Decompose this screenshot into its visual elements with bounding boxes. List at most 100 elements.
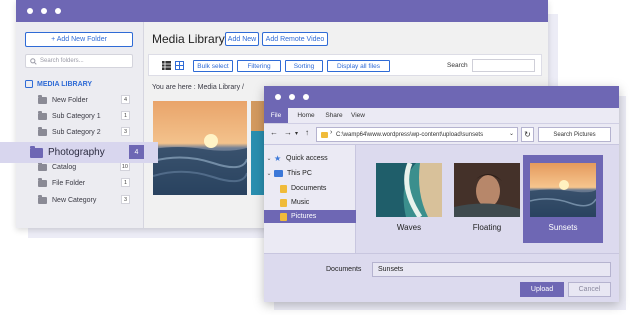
library-icon <box>25 80 33 88</box>
window-dot-icon[interactable] <box>303 94 309 100</box>
nav-this-pc[interactable]: ⌄ This PC <box>264 167 356 180</box>
add-new-button[interactable]: Add New <box>225 32 259 46</box>
folder-icon <box>321 132 328 138</box>
dialog-menubar: File Home Share View <box>264 108 619 123</box>
media-library-label: MEDIA LIBRARY <box>37 80 93 88</box>
add-remote-video-button[interactable]: Add Remote Video <box>262 32 328 46</box>
search-icon <box>30 58 37 65</box>
dialog-footer: Documents Sunsets Upload Cancel <box>264 253 619 302</box>
dialog-titlebar <box>264 86 619 108</box>
star-icon: ★ <box>274 153 282 163</box>
dialog-navbar: ← → ▾ ↑ › C:\wamp64\www.wordpress\wp-con… <box>264 123 619 145</box>
address-bar[interactable]: › C:\wamp64\www.wordpress\wp-content\upl… <box>316 127 518 142</box>
folder-icon <box>30 145 43 158</box>
folder-count: 1 <box>121 178 130 187</box>
nav-label: Quick access <box>286 155 328 162</box>
menu-file[interactable]: File <box>264 108 288 123</box>
waves-image <box>376 163 442 217</box>
window-dot-icon[interactable] <box>289 94 295 100</box>
nav-label: Pictures <box>291 213 317 220</box>
list-view-icon[interactable] <box>162 61 171 70</box>
media-thumbnail-sunset[interactable] <box>153 101 247 195</box>
folder-icon <box>38 178 47 187</box>
folder-search-input[interactable]: Search folders... <box>25 54 133 68</box>
file-list-pane: Waves Floating Sunsets <box>357 145 619 253</box>
nav-pictures[interactable]: Pictures <box>264 210 356 223</box>
search-placeholder: Search folders... <box>40 58 84 64</box>
folder-icon <box>38 111 47 120</box>
photography-count: 4 <box>129 145 144 159</box>
menu-home[interactable]: Home <box>294 108 318 123</box>
display-all-files-button[interactable]: Display all files <box>327 60 390 72</box>
file-name-value: Sunsets <box>378 266 404 273</box>
address-path: C:\wamp64\www.wordpress\wp-content\uploa… <box>336 131 484 138</box>
window-titlebar <box>16 0 548 22</box>
window-dot-icon[interactable] <box>55 8 61 14</box>
window-dot-icon[interactable] <box>41 8 47 14</box>
filtering-button[interactable]: Filtering <box>237 60 281 72</box>
computer-icon <box>274 170 283 177</box>
folder-item-file-folder[interactable]: File Folder 1 <box>38 177 130 189</box>
folder-label: Sub Category 1 <box>52 112 101 120</box>
menu-view[interactable]: View <box>348 108 368 123</box>
chevron-down-icon[interactable]: ⌄ <box>509 130 514 137</box>
up-arrow-icon[interactable]: ↑ <box>305 128 309 137</box>
folder-label: New Folder <box>52 96 88 104</box>
menu-share[interactable]: Share <box>322 108 346 123</box>
media-search-input[interactable] <box>472 59 535 72</box>
forward-arrow-icon[interactable]: → <box>284 128 292 137</box>
file-tile-waves[interactable]: Waves <box>369 155 449 243</box>
folder-count: 3 <box>121 195 130 204</box>
cancel-button[interactable]: Cancel <box>568 282 611 297</box>
search-pictures-input[interactable]: Search Pictures <box>538 127 611 142</box>
sunsets-image <box>530 163 596 217</box>
back-arrow-icon[interactable]: ← <box>270 128 278 137</box>
search-label: Search <box>447 62 468 69</box>
bulk-select-button[interactable]: Bulk select <box>193 60 233 72</box>
file-name-label: Documents <box>326 266 362 273</box>
folder-icon <box>38 162 47 171</box>
nav-label: This PC <box>287 170 312 177</box>
nav-label: Music <box>291 199 310 206</box>
history-chevron-icon[interactable]: ▾ <box>295 130 298 137</box>
nav-music[interactable]: Music <box>264 196 356 209</box>
folder-icon <box>38 127 47 136</box>
window-dot-icon[interactable] <box>27 8 33 14</box>
folder-label: Sub Category 2 <box>52 128 101 136</box>
folder-label: File Folder <box>52 179 86 187</box>
refresh-icon: ↻ <box>524 130 531 139</box>
file-name: Floating <box>472 223 502 232</box>
folder-icon <box>38 95 47 104</box>
window-dot-icon[interactable] <box>275 94 281 100</box>
folder-item-sub-category-2[interactable]: Sub Category 2 3 <box>38 126 130 138</box>
add-new-folder-button[interactable]: + Add New Folder <box>25 32 133 47</box>
chevron-down-icon: ⌄ <box>266 156 272 162</box>
floating-image <box>454 163 520 217</box>
file-tile-floating[interactable]: Floating <box>447 155 527 243</box>
media-library-root[interactable]: MEDIA LIBRARY <box>25 80 92 88</box>
folder-icon <box>280 184 287 193</box>
folder-count: 10 <box>119 162 130 171</box>
refresh-button[interactable]: ↻ <box>521 127 534 142</box>
folder-icon <box>38 195 47 204</box>
nav-documents[interactable]: Documents <box>264 182 356 195</box>
folder-item-photography-selected[interactable]: Photography 4 <box>0 142 158 163</box>
folder-count: 1 <box>121 111 130 120</box>
file-tile-sunsets-selected[interactable]: Sunsets <box>523 155 603 243</box>
upload-button[interactable]: Upload <box>520 282 564 297</box>
sunset-image <box>153 101 247 195</box>
folder-item-new-folder[interactable]: New Folder 4 <box>38 94 130 106</box>
file-name: Waves <box>396 223 422 232</box>
navigation-pane: ⌄ ★ Quick access ⌄ This PC Documents Mus… <box>264 145 356 253</box>
folder-icon <box>280 212 287 221</box>
folder-count: 3 <box>121 127 130 136</box>
folder-sidebar: + Add New Folder Search folders... MEDIA… <box>16 22 144 228</box>
folder-item-new-category[interactable]: New Category 3 <box>38 194 130 206</box>
folder-item-sub-category-1[interactable]: Sub Category 1 1 <box>38 110 130 122</box>
sorting-button[interactable]: Sorting <box>285 60 323 72</box>
grid-view-icon[interactable] <box>175 61 184 70</box>
file-name-input[interactable]: Sunsets <box>372 262 611 277</box>
nav-quick-access[interactable]: ⌄ ★ Quick access <box>264 152 356 165</box>
media-toolbar: Bulk select Filtering Sorting Display al… <box>148 54 542 76</box>
folder-label: Catalog <box>52 163 77 171</box>
